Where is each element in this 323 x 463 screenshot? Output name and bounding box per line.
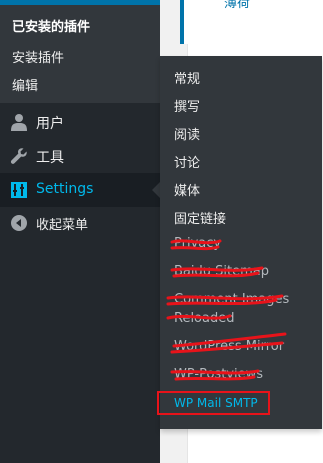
submenu-edit[interactable]: 编辑	[12, 75, 38, 94]
content-top-panel: 薄荷	[180, 0, 323, 44]
flyout-item-media[interactable]: 媒体	[174, 180, 200, 199]
flyout-item-reading[interactable]: 阅读	[174, 124, 200, 143]
flyout-item-wordpress-mirror[interactable]: WordPress Mirror	[174, 339, 284, 354]
flyout-item-wp-postviews[interactable]: WP-Postviews	[174, 367, 263, 382]
sidebar-item-label: 工具	[36, 150, 64, 166]
sidebar-item-collapse-menu[interactable]: 收起菜单	[0, 206, 160, 240]
flyout-item-comment-images-line2[interactable]: Reloaded	[174, 311, 234, 326]
submenu-add-plugin[interactable]: 安装插件	[12, 47, 64, 66]
settings-sliders-icon	[11, 182, 27, 198]
user-icon	[11, 114, 27, 131]
sidebar-item-label: Settings	[36, 181, 94, 197]
flyout-item-privacy[interactable]: Privacy	[174, 236, 221, 251]
flyout-item-comment-images[interactable]: Comment Images	[174, 292, 289, 307]
flyout-item-discussion[interactable]: 讨论	[174, 152, 200, 171]
active-menu-arrow	[152, 182, 160, 198]
flyout-item-general[interactable]: 常规	[174, 68, 200, 87]
sidebar-item-users[interactable]: 用户	[0, 105, 160, 139]
sidebar-item-tools[interactable]: 工具	[0, 139, 160, 173]
sidebar-item-label: 收起菜单	[36, 218, 89, 233]
flyout-item-writing[interactable]: 撰写	[174, 96, 200, 115]
content-top-link[interactable]: 薄荷	[224, 0, 250, 11]
admin-sidebar: 已安装的插件 安装插件 编辑 用户 工具 Settings 收起菜单	[0, 0, 160, 463]
plugins-submenu: 已安装的插件 安装插件 编辑	[0, 5, 160, 103]
settings-flyout-menu: 常规 撰写 阅读 讨论 媒体 固定链接 Privacy Baidu Sitema…	[157, 56, 322, 429]
flyout-item-baidu-sitemap[interactable]: Baidu Sitemap	[174, 264, 269, 279]
wrench-icon	[10, 148, 27, 164]
collapse-arrow-icon	[11, 215, 27, 231]
flyout-item-wp-mail-smtp[interactable]: WP Mail SMTP	[157, 391, 270, 415]
flyout-item-permalinks[interactable]: 固定链接	[174, 208, 226, 227]
submenu-installed-plugins[interactable]: 已安装的插件	[12, 16, 90, 35]
sidebar-item-settings[interactable]: Settings	[0, 173, 160, 207]
sidebar-item-label: 用户	[36, 116, 64, 132]
